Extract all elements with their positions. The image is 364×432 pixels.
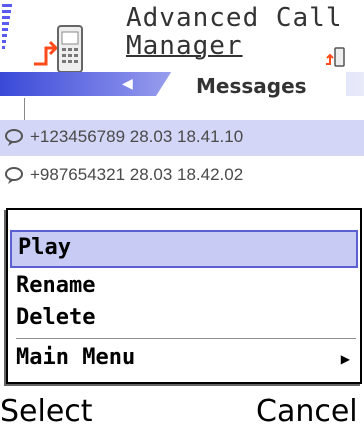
menu-divider: [16, 338, 356, 339]
list-item-text: +123456789 28.03 18.41.10: [30, 127, 244, 146]
tab-messages-label: Messages: [196, 74, 307, 98]
softkey-cancel[interactable]: Cancel: [256, 394, 358, 429]
list-item[interactable]: +123456789 28.03 18.41.10: [0, 120, 364, 156]
phone-app-icon: [34, 25, 83, 73]
submenu-arrow-icon: ▶: [340, 352, 350, 366]
app-header: Advanced Call Manager Ψ ◀ Messages: [0, 0, 364, 164]
list-item[interactable]: +987654321 28.03 18.42.02: [0, 158, 364, 194]
small-phone-icon: [326, 47, 345, 67]
speech-bubble-icon: [5, 167, 23, 184]
menu-item-label: Delete: [16, 305, 96, 330]
tab-strip: Ψ ◀ Messages: [0, 72, 364, 164]
menu-item-label: Main Menu: [16, 345, 136, 370]
title-line-2: Manager: [126, 31, 243, 61]
softkey-select[interactable]: Select: [0, 394, 93, 429]
tab-left-arrow-icon[interactable]: ◀: [122, 76, 133, 92]
menu-item-main-menu[interactable]: Main Menu ▶: [10, 342, 358, 380]
menu-item-delete[interactable]: Delete: [10, 302, 358, 340]
speech-bubble-icon: [5, 129, 23, 146]
signal-strength-indicator: [0, 0, 14, 70]
menu-item-play[interactable]: Play: [10, 230, 358, 268]
list-item-text: +987654321 28.03 18.42.02: [30, 165, 244, 184]
divider: [24, 98, 25, 120]
title-line-1: Advanced Call: [126, 3, 343, 33]
menu-item-label: Play: [18, 235, 71, 260]
menu-item-label: Rename: [16, 273, 96, 298]
app-title: Advanced Call Manager: [126, 4, 343, 60]
options-menu: Play Rename Delete Main Menu ▶: [6, 208, 362, 384]
